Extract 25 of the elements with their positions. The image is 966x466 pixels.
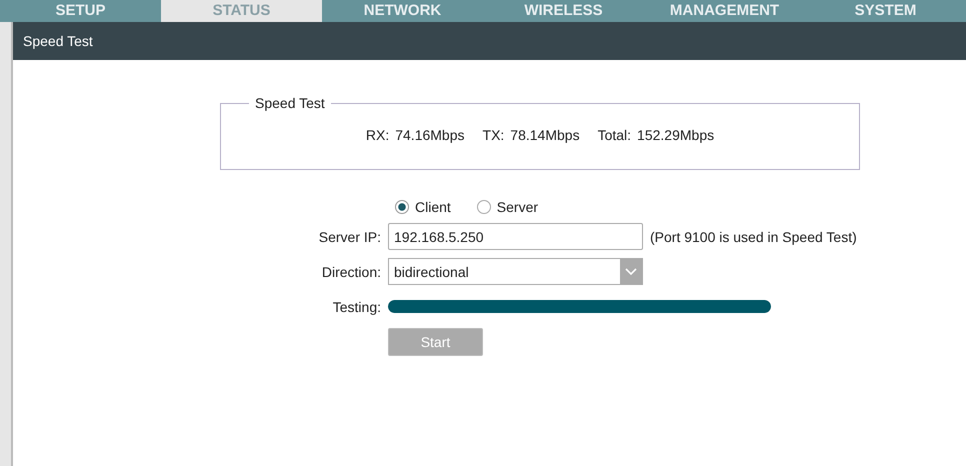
radio-label: Server bbox=[496, 199, 538, 215]
nav-tab[interactable]: STATUS bbox=[161, 0, 322, 22]
stat-value: 152.29Mbps bbox=[637, 127, 714, 143]
field-label: Direction: bbox=[320, 264, 382, 280]
nav-tab[interactable]: MANAGEMENT bbox=[644, 0, 805, 22]
stat-value: 78.14Mbps bbox=[510, 127, 580, 143]
direction-dropdown[interactable]: bidirectional bbox=[388, 258, 643, 285]
radio-label: Client bbox=[415, 199, 451, 215]
field-label: Testing: bbox=[332, 298, 382, 314]
caret-icon bbox=[625, 268, 637, 276]
port-note: (Port 9100 is used in Speed Test) bbox=[650, 228, 857, 244]
radio-button[interactable] bbox=[476, 200, 491, 214]
stat-label: Total: bbox=[598, 127, 632, 143]
server-ip-field[interactable]: 192.168.5.250 bbox=[388, 223, 643, 250]
nav-tab[interactable]: WIRELESS bbox=[483, 0, 644, 22]
stat-label: RX: bbox=[366, 127, 390, 143]
stat-value: 74.16Mbps bbox=[395, 127, 465, 143]
nav-tab[interactable]: SYSTEM bbox=[805, 0, 966, 22]
field-label: Server IP: bbox=[318, 228, 382, 244]
radio-button[interactable] bbox=[395, 200, 409, 214]
dialog-title: Speed Test bbox=[23, 33, 93, 49]
nav-tab[interactable]: NETWORK bbox=[322, 0, 483, 22]
stat-label: TX: bbox=[482, 127, 504, 143]
nav-tab[interactable]: SETUP bbox=[0, 0, 161, 22]
result-legend: Speed Test bbox=[249, 95, 331, 111]
